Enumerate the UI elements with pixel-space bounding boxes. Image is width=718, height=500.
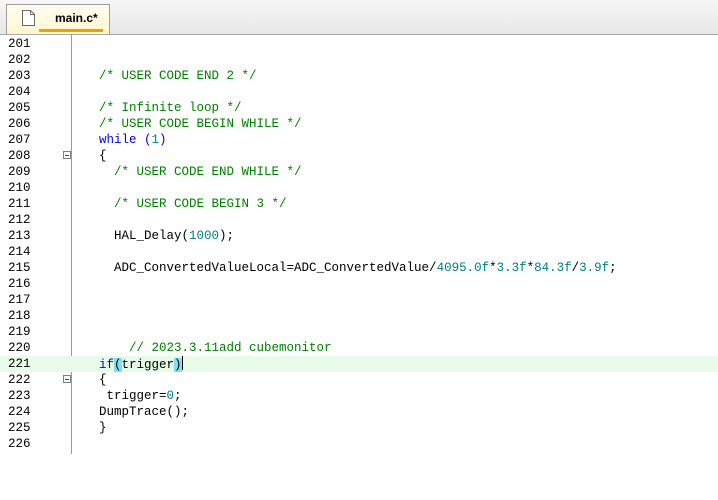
line-number: 218: [8, 309, 31, 323]
code-editor[interactable]: 201 202 203 /* USER CODE END 2 */ 204 20…: [0, 35, 718, 454]
line-code: // 2023.3.11add cubemonitor: [99, 341, 332, 355]
line-number: 201: [8, 37, 31, 51]
line-code: DumpTrace();: [99, 405, 190, 419]
line-number: 202: [8, 53, 31, 67]
line-code: /* Infinite loop */: [99, 101, 242, 115]
line-number: 214: [8, 245, 31, 259]
line-code: {: [99, 373, 107, 387]
code-line: 211 /* USER CODE BEGIN 3 */: [0, 196, 718, 212]
tab-main-c[interactable]: main.c*: [6, 4, 110, 34]
line-code: /* USER CODE END WHILE */: [99, 165, 302, 179]
line-number: 213: [8, 229, 31, 243]
line-code: HAL_Delay(1000);: [99, 229, 235, 243]
line-number: 222: [8, 373, 31, 387]
line-number: 221: [8, 357, 31, 371]
line-number: 204: [8, 85, 31, 99]
code-line: 201: [0, 36, 718, 52]
line-number: 219: [8, 325, 31, 339]
code-line: 218: [0, 308, 718, 324]
code-line: 207 while (1): [0, 132, 718, 148]
line-code: ADC_ConvertedValueLocal=ADC_ConvertedVal…: [99, 261, 617, 275]
code-line: 206 /* USER CODE BEGIN WHILE */: [0, 116, 718, 132]
code-line: 226: [0, 436, 718, 452]
line-code: while (1): [99, 133, 167, 147]
line-code: /* USER CODE END 2 */: [99, 69, 257, 83]
line-number: 226: [8, 437, 31, 451]
code-line: 210: [0, 180, 718, 196]
line-code: /* USER CODE BEGIN WHILE */: [99, 117, 302, 131]
line-number: 216: [8, 277, 31, 291]
code-line: 209 /* USER CODE END WHILE */: [0, 164, 718, 180]
code-line: 217: [0, 292, 718, 308]
line-number: 224: [8, 405, 31, 419]
code-line: 208 {: [0, 148, 718, 164]
line-number: 206: [8, 117, 31, 131]
line-number: 220: [8, 341, 31, 355]
code-line: 205 /* Infinite loop */: [0, 100, 718, 116]
fold-toggle-icon[interactable]: [63, 375, 71, 383]
code-line: 212: [0, 212, 718, 228]
code-line-current: 221 if(trigger): [0, 356, 718, 372]
code-line: 220 // 2023.3.11add cubemonitor: [0, 340, 718, 356]
line-number: 215: [8, 261, 31, 275]
code-line: 202: [0, 52, 718, 68]
code-line: 214: [0, 244, 718, 260]
line-number: 207: [8, 133, 31, 147]
brace-match-close: ): [174, 358, 182, 372]
code-line: 213 HAL_Delay(1000);: [0, 228, 718, 244]
line-number: 209: [8, 165, 31, 179]
line-code: }: [99, 421, 107, 435]
line-number: 223: [8, 389, 31, 403]
code-line: 216: [0, 276, 718, 292]
brace-match-open: (: [114, 358, 122, 372]
code-line: 203 /* USER CODE END 2 */: [0, 68, 718, 84]
line-number: 210: [8, 181, 31, 195]
line-number: 203: [8, 69, 31, 83]
line-number: 208: [8, 149, 31, 163]
line-code: trigger=0;: [99, 389, 182, 403]
code-line: 225 }: [0, 420, 718, 436]
tab-label: main.c*: [55, 11, 98, 25]
line-number: 212: [8, 213, 31, 227]
line-number: 211: [8, 197, 31, 211]
line-number: 217: [8, 293, 31, 307]
code-line: 215 ADC_ConvertedValueLocal=ADC_Converte…: [0, 260, 718, 276]
line-code: /* USER CODE BEGIN 3 */: [99, 197, 287, 211]
code-line: 219: [0, 324, 718, 340]
editor-tab-bar: main.c*: [0, 0, 718, 35]
file-icon: [22, 10, 35, 26]
line-number: 205: [8, 101, 31, 115]
line-number: 225: [8, 421, 31, 435]
fold-toggle-icon[interactable]: [63, 151, 71, 159]
tab-modified-underline: [39, 29, 103, 32]
code-line: 223 trigger=0;: [0, 388, 718, 404]
line-code: if(trigger): [99, 356, 183, 372]
text-cursor: [181, 356, 183, 370]
code-line: 204: [0, 84, 718, 100]
line-code: {: [99, 149, 107, 163]
code-line: 222 {: [0, 372, 718, 388]
code-line: 224 DumpTrace();: [0, 404, 718, 420]
